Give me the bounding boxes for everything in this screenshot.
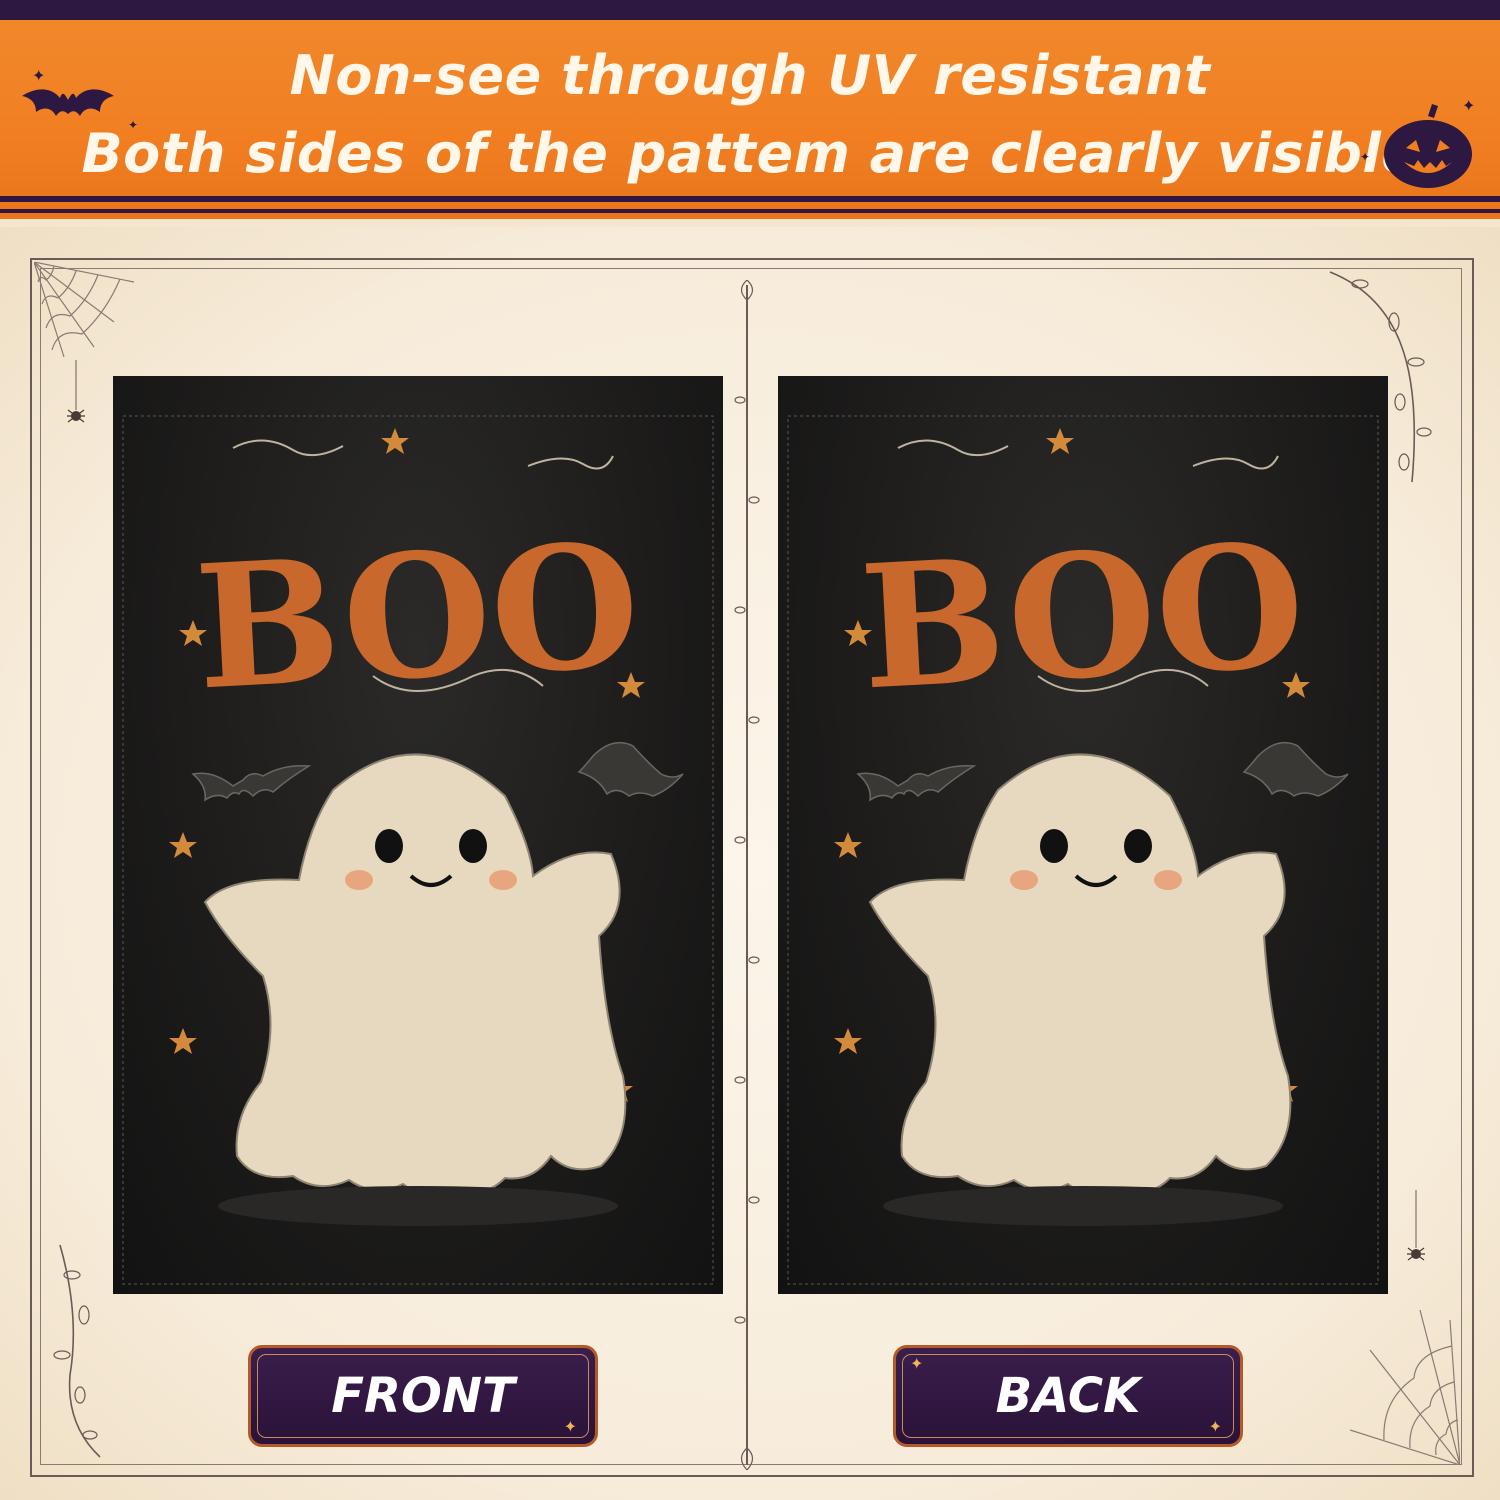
sparkle-icon: ✦ xyxy=(563,1417,577,1436)
pumpkin-icon xyxy=(1384,104,1472,188)
bat-icon xyxy=(22,89,114,116)
front-label-text: FRONT xyxy=(331,1368,515,1424)
sparkle-icon: ✦ xyxy=(1208,1417,1222,1436)
banner-top-stripe xyxy=(0,0,1500,20)
spider-icon xyxy=(1407,1190,1425,1261)
front-label: FRONT ✦ xyxy=(248,1345,598,1447)
headline-line-2: Both sides of the pattem are clearly vis… xyxy=(81,122,1419,185)
spider-web-icon xyxy=(1350,1310,1460,1465)
banner-bottom-edge xyxy=(0,219,1500,227)
sparkle-icon: ✦ xyxy=(910,1354,924,1373)
sparkle-icon: ✦ xyxy=(1462,96,1476,115)
flag-back: BOO xyxy=(778,376,1388,1294)
headline-line-1: Non-see through UV resistant xyxy=(289,44,1211,107)
banner-bottom-stripe xyxy=(0,196,1500,202)
boo-text: BOO xyxy=(856,506,1309,729)
back-label: BACK ✦ ✦ xyxy=(893,1345,1243,1447)
flag-back-artwork: BOO xyxy=(787,415,1379,1285)
boo-text: BOO xyxy=(191,506,644,729)
banner-bottom-stripe-thin xyxy=(0,209,1500,213)
spider-web-icon xyxy=(34,262,134,358)
top-banner: Non-see through UV resistant Both sides … xyxy=(0,0,1500,227)
spider-icon xyxy=(67,360,85,423)
vine-icon xyxy=(734,280,760,1470)
sparkle-icon: ✦ xyxy=(128,118,139,132)
flag-front: BOO xyxy=(113,376,723,1294)
flag-front-artwork: BOO xyxy=(122,415,714,1285)
back-label-text: BACK xyxy=(995,1368,1141,1424)
sparkle-icon: ✦ xyxy=(1360,150,1371,164)
sparkle-icon: ✦ xyxy=(32,66,46,85)
